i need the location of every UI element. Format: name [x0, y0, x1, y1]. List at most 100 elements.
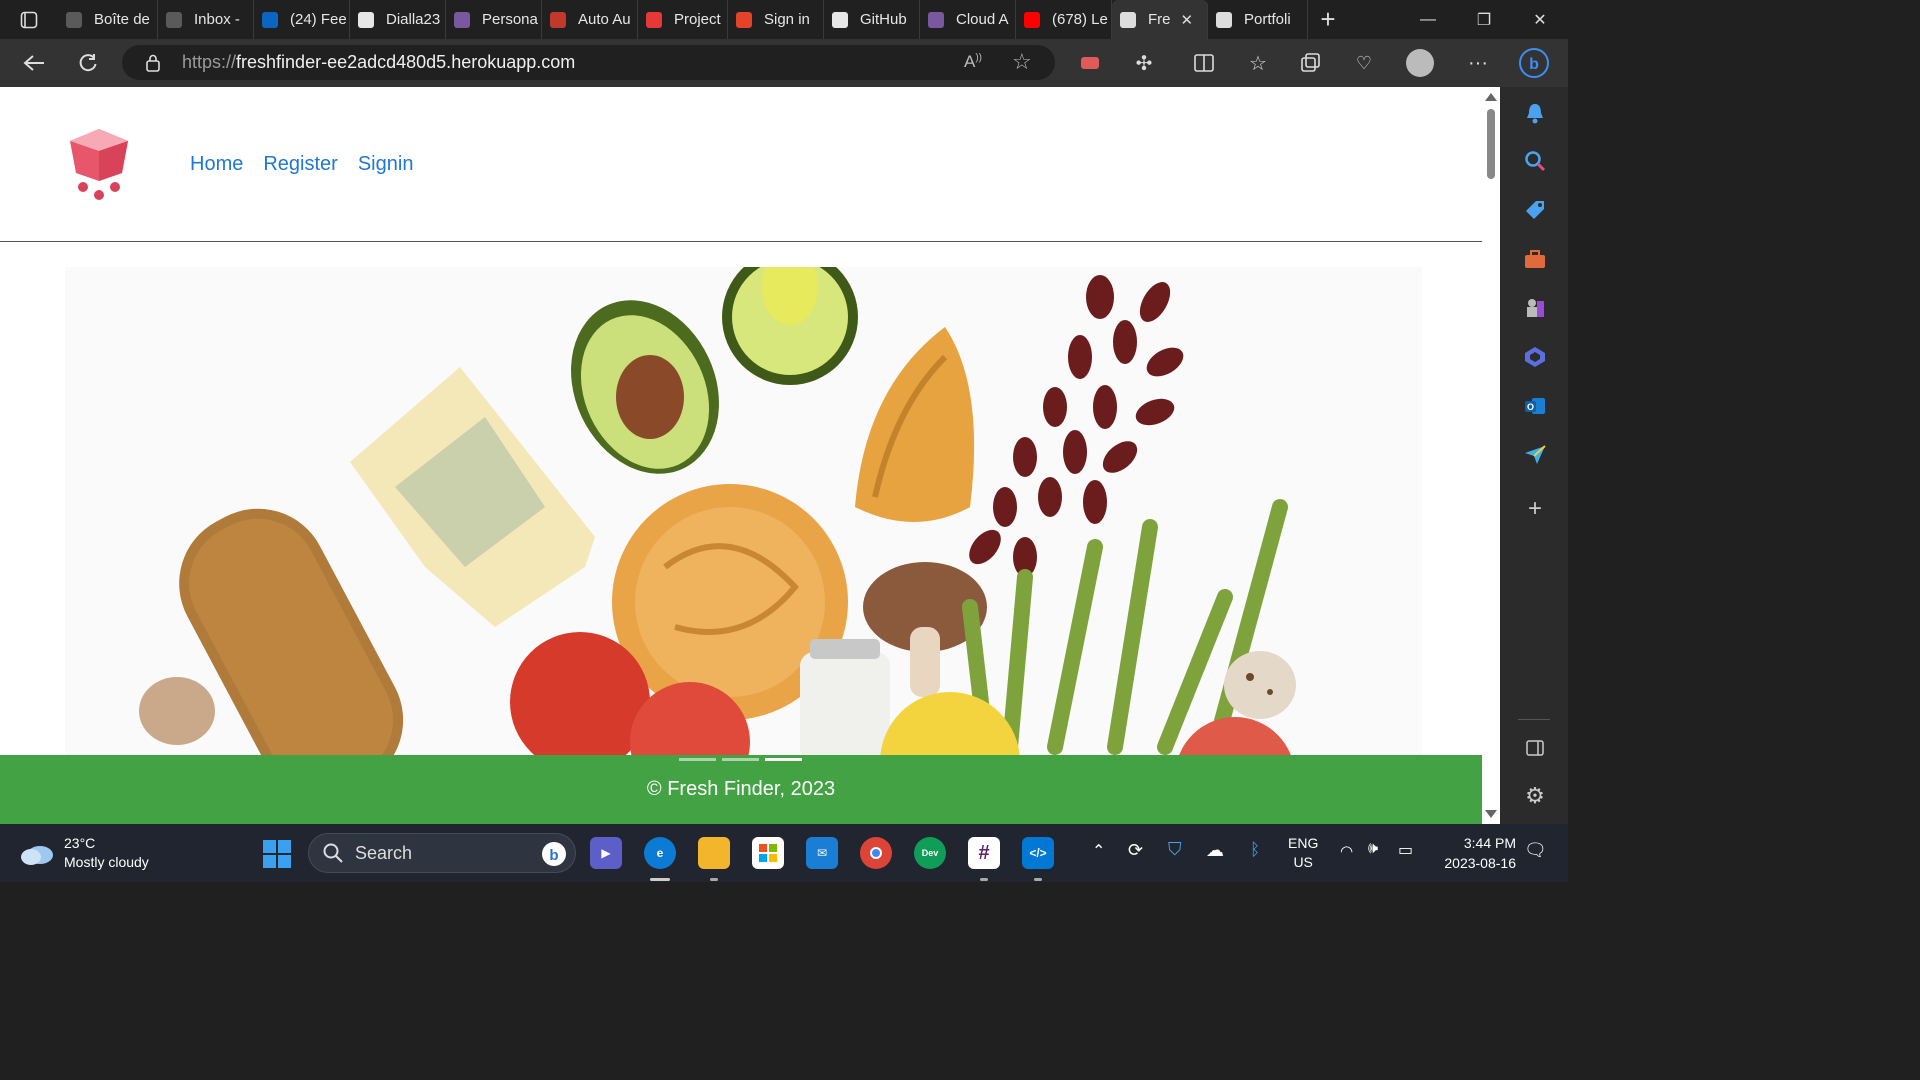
system-clock[interactable]: 3:44 PM 2023-08-16: [1444, 833, 1516, 873]
browser-tab[interactable]: Sign in: [728, 0, 824, 39]
sidebar-settings-button[interactable]: ⚙: [1522, 783, 1548, 809]
profile-button[interactable]: [1400, 45, 1440, 81]
weather-widget[interactable]: 23°C Mostly cloudy: [20, 834, 149, 872]
carousel-indicator-2[interactable]: [722, 758, 759, 761]
microsoft365-button[interactable]: [1522, 344, 1548, 370]
chrome-icon[interactable]: [860, 837, 892, 869]
browser-tab[interactable]: Cloud A: [920, 0, 1016, 39]
page-scrollbar[interactable]: [1482, 87, 1500, 824]
scroll-down-arrow[interactable]: [1485, 810, 1497, 818]
split-screen-button[interactable]: [1184, 45, 1224, 81]
slack-running-indicator: [980, 878, 988, 881]
extensions-button[interactable]: ✣: [1124, 45, 1164, 81]
nav-register-link[interactable]: Register: [263, 153, 337, 176]
notification-center-icon[interactable]: 🗨: [1524, 840, 1547, 861]
language-indicator[interactable]: ENG US: [1288, 834, 1318, 872]
hide-sidebar-button[interactable]: [1522, 735, 1548, 761]
slack-icon[interactable]: #: [968, 837, 1000, 869]
windows-taskbar: 23°C Mostly cloudy Search b ▶ e ✉ Dev # <…: [0, 824, 1568, 882]
browser-tab[interactable]: Portfoli: [1208, 0, 1308, 39]
video-icon: [1081, 57, 1099, 69]
scroll-thumb[interactable]: [1487, 109, 1495, 179]
tab-actions-button[interactable]: [0, 0, 58, 39]
scroll-up-arrow[interactable]: [1485, 93, 1497, 101]
extension-video-button[interactable]: [1070, 45, 1110, 81]
clock-time: 3:44 PM: [1463, 835, 1516, 851]
browser-tab[interactable]: Dialla23: [350, 0, 446, 39]
new-tab-button[interactable]: +: [1308, 0, 1348, 39]
tab-label: (678) Le: [1052, 11, 1108, 28]
defender-icon[interactable]: ⛉: [1168, 839, 1182, 860]
sidebar-panel-icon: [1526, 740, 1544, 756]
volume-icon[interactable]: 🕪: [1368, 840, 1378, 858]
bluetooth-icon[interactable]: ᛒ: [1250, 840, 1260, 860]
show-hidden-icons-button[interactable]: ⌃: [1092, 841, 1105, 861]
close-window-button[interactable]: ✕: [1512, 0, 1568, 39]
chess-icon: [1527, 299, 1544, 317]
add-sidebar-app-button[interactable]: +: [1522, 495, 1548, 522]
browser-tab[interactable]: Persona: [446, 0, 542, 39]
browser-tab[interactable]: Fre ✕: [1112, 0, 1208, 39]
wifi-icon[interactable]: ◠: [1340, 842, 1353, 860]
tab-actions-icon: [20, 11, 38, 28]
auto-icon: [550, 11, 566, 28]
nav-home-link[interactable]: Home: [190, 153, 243, 176]
chrome-dev-icon[interactable]: Dev: [914, 837, 946, 869]
notifications-button[interactable]: [1522, 100, 1548, 126]
store-icon[interactable]: [752, 837, 784, 869]
explorer-running-indicator: [710, 878, 718, 881]
sync-icon[interactable]: ⟳: [1128, 840, 1143, 861]
collections-button[interactable]: [1290, 45, 1330, 81]
performance-button[interactable]: ♡: [1344, 45, 1384, 81]
outlook-button[interactable]: O: [1522, 393, 1548, 419]
favorite-star-icon[interactable]: ☆: [1012, 49, 1032, 75]
close-tab-icon[interactable]: ✕: [1181, 11, 1194, 29]
browser-tab[interactable]: (678) Le: [1016, 0, 1112, 39]
refresh-button[interactable]: [68, 45, 108, 81]
store-grid-icon: [759, 844, 777, 862]
favorites-button[interactable]: ☆: [1238, 45, 1278, 81]
carousel-indicator-3[interactable]: [765, 758, 802, 761]
nav-signin-link[interactable]: Signin: [358, 153, 414, 176]
browser-tab[interactable]: Boîte de: [58, 0, 158, 39]
read-aloud-icon[interactable]: A)): [964, 52, 982, 72]
send-button[interactable]: [1522, 442, 1548, 468]
heroku-icon: [454, 11, 470, 28]
shopping-button[interactable]: [1522, 197, 1548, 223]
more-menu-button[interactable]: ···: [1458, 45, 1498, 81]
mail-icon[interactable]: ✉: [806, 837, 838, 869]
browser-tab[interactable]: Inbox -: [158, 0, 254, 39]
gitlab-icon: [736, 11, 752, 28]
restore-button[interactable]: ❐: [1456, 0, 1512, 39]
teams-icon[interactable]: ▶: [590, 837, 622, 869]
fresh-finder-logo[interactable]: [66, 127, 132, 203]
browser-tab[interactable]: GitHub: [824, 0, 920, 39]
browser-tab[interactable]: Auto Au: [542, 0, 638, 39]
browser-tab[interactable]: (24) Fee: [254, 0, 350, 39]
bing-icon: b: [1519, 48, 1549, 78]
games-button[interactable]: [1522, 295, 1548, 321]
battery-icon[interactable]: ▭: [1398, 840, 1413, 860]
minimize-button[interactable]: —: [1400, 0, 1456, 39]
carousel-indicator-1[interactable]: [679, 758, 716, 761]
heroku-icon: [928, 11, 944, 28]
browser-tab[interactable]: Project: [638, 0, 728, 39]
gear-icon: ⚙: [1525, 783, 1545, 808]
tab-label: Dialla23: [386, 11, 441, 28]
edge-sidebar: O + ⚙: [1500, 87, 1568, 824]
vscode-icon[interactable]: </>: [1022, 837, 1054, 869]
back-button[interactable]: [14, 45, 54, 81]
tools-button[interactable]: [1522, 246, 1548, 272]
address-bar[interactable]: https://freshfinder-ee2adcd480d5.herokua…: [122, 45, 1055, 80]
edge-icon[interactable]: e: [644, 837, 676, 869]
file-explorer-icon[interactable]: [698, 837, 730, 869]
weather-temp: 23°C: [64, 835, 96, 851]
main-nav: Home Register Signin: [190, 153, 413, 176]
office-icon: [1525, 347, 1545, 367]
search-sidebar-button[interactable]: [1522, 148, 1548, 174]
taskbar-search[interactable]: Search b: [308, 833, 576, 873]
bing-chat-button[interactable]: b: [1514, 45, 1554, 81]
start-button[interactable]: [262, 839, 292, 874]
onedrive-icon[interactable]: ☁: [1206, 840, 1224, 861]
sidebar-divider: [1518, 719, 1550, 720]
